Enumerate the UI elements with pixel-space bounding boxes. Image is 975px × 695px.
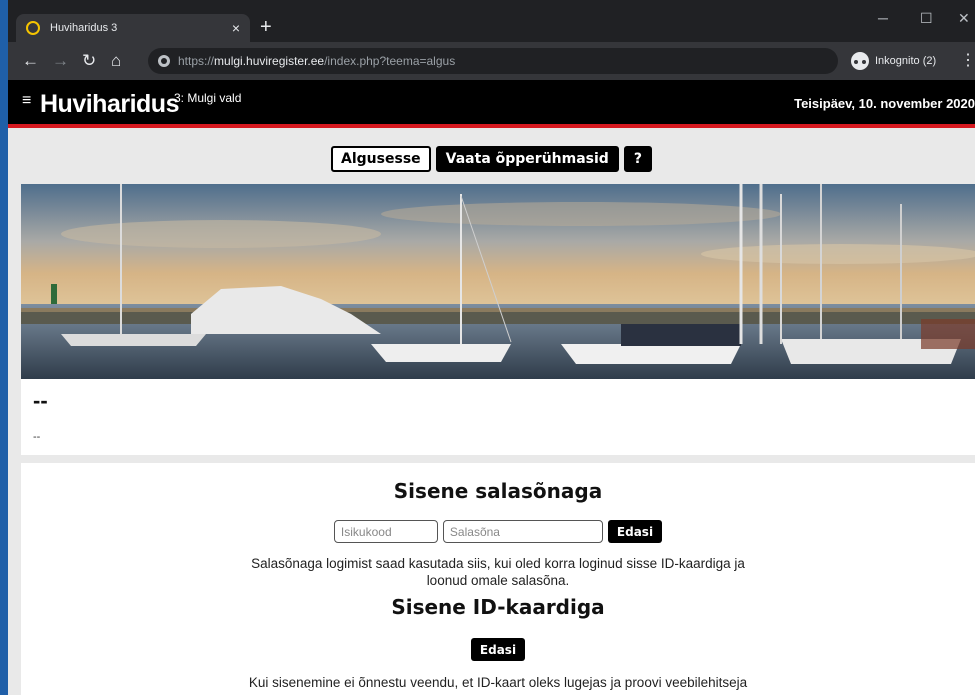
url-text: https://mulgi.huviregister.ee/index.php?… [178,54,456,68]
banner-card: -- -- [21,184,975,455]
tab-strip: Huviharidus 3 × + ─ ☐ ✕ [8,0,975,42]
password-input[interactable] [442,520,603,543]
top-nav: Algusesse Vaata õpperühmasid ? [8,146,975,174]
hamburger-menu-icon[interactable]: ≡ [22,92,31,110]
new-tab-icon[interactable]: + [260,16,272,38]
site-brand[interactable]: Huviharidus [40,90,179,119]
login-card: Sisene salasõnaga Edasi Salasõnaga logim… [21,463,975,695]
idcard-login-note: Kui sisenemine ei õnnestu veendu, et ID-… [248,675,748,690]
home-button[interactable]: Algusesse [331,146,431,172]
site-header: ≡ Huviharidus 3: Mulgi vald Teisipäev, 1… [8,80,975,128]
idcard-login-heading: Sisene ID-kaardiga [391,595,605,619]
home-icon[interactable]: ⌂ [111,51,121,71]
password-note-line-1: Salasõnaga logimist saad kasutada siis, … [251,556,745,571]
password-submit-button[interactable]: Edasi [607,520,663,543]
harbor-banner-image [21,184,975,379]
favicon-icon [26,21,40,35]
site-subtitle: 3: Mulgi vald [174,91,242,105]
close-window-icon[interactable]: ✕ [958,10,970,27]
minimize-icon[interactable]: ─ [878,10,888,26]
incognito-icon [851,52,869,70]
card-title: -- [33,388,48,413]
maximize-icon[interactable]: ☐ [920,10,933,27]
reload-icon[interactable]: ↻ [82,51,96,71]
browser-window: Huviharidus 3 × + ─ ☐ ✕ ← → ↻ ⌂ https://… [8,0,975,695]
idcard-login-form: Edasi [21,638,975,661]
view-groups-button[interactable]: Vaata õpperühmasid [435,146,619,172]
tab-close-icon[interactable]: × [232,20,240,36]
incognito-label: Inkognito (2) [875,55,937,67]
menu-icon[interactable]: ⋮ [960,50,975,70]
password-login-note: Salasõnaga logimist saad kasutada siis, … [21,555,975,589]
browser-tab[interactable]: Huviharidus 3 × [16,14,250,42]
site-info-icon[interactable] [158,55,170,67]
tab-title: Huviharidus 3 [50,22,118,34]
desktop-edge [0,0,8,695]
idcard-submit-button[interactable]: Edasi [470,638,526,661]
forward-icon[interactable]: → [52,51,69,71]
address-bar[interactable]: https://mulgi.huviregister.ee/index.php?… [148,48,838,74]
personal-code-input[interactable] [333,520,438,543]
password-note-line-2: loonud omale salasõna. [426,573,570,588]
card-subtitle: -- [33,431,41,443]
incognito-indicator[interactable]: Inkognito (2) [851,50,936,72]
back-icon[interactable]: ← [22,51,39,71]
password-login-heading: Sisene salasõnaga [393,479,603,503]
browser-toolbar: ← → ↻ ⌂ https://mulgi.huviregister.ee/in… [8,42,975,80]
help-button[interactable]: ? [623,146,652,172]
password-login-form: Edasi [21,520,975,543]
current-date: Teisipäev, 10. november 2020 [794,96,975,111]
